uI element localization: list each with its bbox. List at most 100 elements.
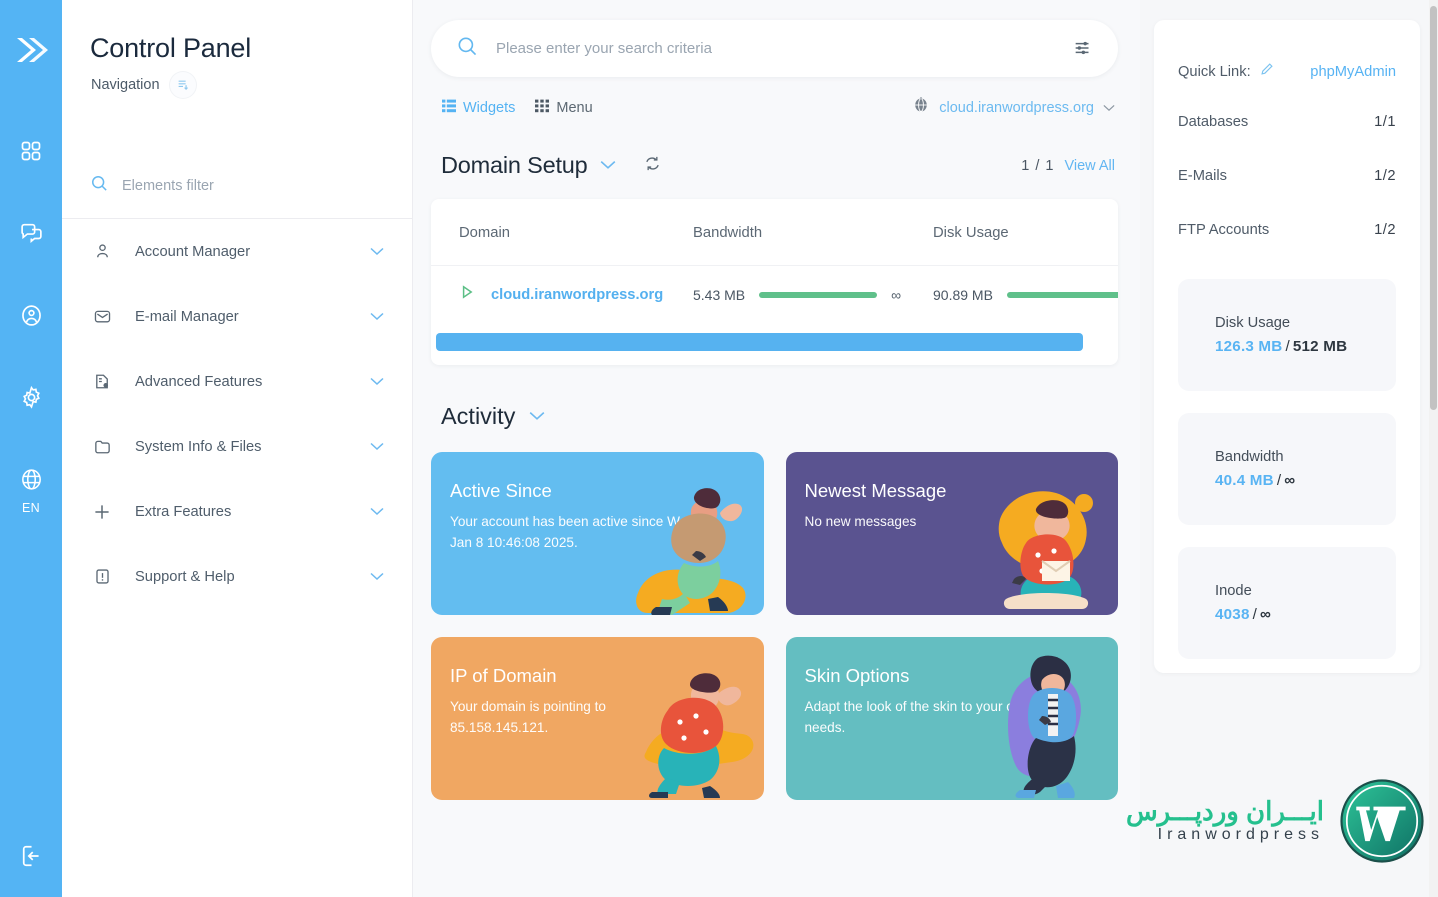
bandwidth-bar — [759, 291, 878, 298]
globe-icon[interactable] — [18, 466, 44, 492]
domain-setup-header: Domain Setup 1 / 1 View All — [413, 119, 1140, 179]
stat-label: FTP Accounts — [1178, 222, 1270, 238]
usage-used: 126.3 MB — [1215, 338, 1283, 355]
alert-icon — [91, 567, 113, 586]
stat-label: E-Mails — [1178, 168, 1227, 184]
domain-setup-title: Domain Setup — [441, 152, 588, 178]
quick-link-value[interactable]: phpMyAdmin — [1310, 64, 1396, 80]
search-area — [413, 0, 1140, 77]
table-row[interactable]: cloud.iranwordpress.org 5.43 MB ∞ 90.89 … — [431, 265, 1118, 323]
tile-newest-message[interactable]: Newest Message No new messages — [785, 452, 1118, 615]
bandwidth-value: 5.43 MB — [693, 286, 746, 303]
usage-value: 126.3 MB/512 MB — [1215, 338, 1396, 355]
folder-icon — [91, 437, 113, 456]
elements-filter-input[interactable] — [122, 178, 342, 194]
quick-link-row: Quick Link: phpMyAdmin — [1178, 50, 1396, 95]
refresh-icon[interactable] — [644, 155, 661, 177]
view-all-link[interactable]: View All — [1064, 158, 1115, 174]
disk-usage-bar — [1006, 291, 1118, 298]
usage-card-inode: Inode 4038/∞ — [1178, 547, 1396, 659]
menu-label: Menu — [556, 99, 593, 116]
account-summary-card: Quick Link: phpMyAdmin Databases 1/1 E-M… — [1154, 20, 1420, 673]
document-gear-icon — [91, 372, 113, 391]
chevron-down-icon[interactable] — [529, 408, 545, 426]
usage-value: 40.4 MB / ∞ — [1215, 472, 1396, 489]
search-input[interactable] — [496, 40, 1072, 57]
list-grid-icon — [442, 99, 456, 117]
domain-selector-label: cloud.iranwordpress.org — [939, 99, 1094, 116]
person-kneeling-icon — [644, 673, 753, 798]
sidebar-item-advanced-features[interactable]: Advanced Features — [62, 349, 412, 414]
domain-cell: cloud.iranwordpress.org — [431, 284, 693, 305]
page-scrollbar[interactable] — [1429, 0, 1438, 897]
sidebar-item-label: Account Manager — [135, 243, 251, 260]
search-icon — [90, 174, 109, 198]
domain-setup-actions: 1 / 1 View All — [1021, 158, 1115, 174]
user-icon — [91, 242, 113, 261]
search-bar[interactable] — [431, 20, 1118, 77]
usage-card-disk: Disk Usage 126.3 MB/512 MB — [1178, 279, 1396, 391]
domain-link[interactable]: cloud.iranwordpress.org — [491, 287, 663, 303]
person-walking-icon — [1008, 655, 1081, 798]
domain-selector[interactable]: cloud.iranwordpress.org — [912, 96, 1115, 119]
disk-usage-cell: 90.89 MB ∞ — [933, 287, 1118, 303]
chevron-down-icon[interactable] — [600, 157, 616, 175]
sliders-icon[interactable] — [1072, 37, 1096, 61]
pencil-icon[interactable] — [1260, 62, 1274, 81]
right-panel: Quick Link: phpMyAdmin Databases 1/1 E-M… — [1140, 0, 1438, 897]
person-with-envelope-icon — [998, 491, 1093, 609]
stat-value: 1/2 — [1374, 222, 1396, 238]
navigation-label: Navigation — [91, 77, 160, 93]
sidebar-item-support-help[interactable]: Support & Help — [62, 544, 412, 609]
chat-bubbles-icon[interactable] — [18, 220, 44, 246]
sidebar-item-extra-features[interactable]: Extra Features — [62, 479, 412, 544]
pin-list-icon[interactable] — [169, 72, 196, 98]
sidebar-item-account-manager[interactable]: Account Manager — [62, 219, 412, 284]
sidebar-item-system-info-files[interactable]: System Info & Files — [62, 414, 412, 479]
scrollbar-thumb[interactable] — [1430, 6, 1437, 410]
gear-icon[interactable] — [18, 384, 44, 410]
table-header-row: Domain Bandwidth Disk Usage — [431, 199, 1118, 265]
domain-count: 1 / 1 — [1021, 157, 1055, 174]
grid-3x3-icon — [535, 99, 550, 117]
activity-title: Activity — [441, 403, 516, 429]
usage-label: Inode — [1215, 583, 1252, 599]
stat-row-ftp-accounts: FTP Accounts 1/2 — [1178, 203, 1396, 257]
tile-active-since[interactable]: Active Since Your account has been activ… — [431, 452, 764, 615]
bandwidth-cell: 5.43 MB ∞ — [693, 287, 933, 303]
language-indicator[interactable]: EN — [22, 501, 40, 515]
elements-filter-row — [62, 160, 412, 212]
tile-skin-options[interactable]: Skin Options Adapt the look of the skin … — [785, 637, 1118, 800]
selection-bar-wrap — [431, 333, 1118, 351]
usage-total: 512 MB — [1292, 338, 1348, 355]
plus-icon — [91, 502, 113, 522]
icon-rail: EN — [0, 0, 62, 897]
user-circle-icon[interactable] — [18, 302, 44, 328]
stat-value: 1/1 — [1374, 114, 1396, 130]
usage-total: ∞ — [1284, 472, 1296, 489]
quick-link-label: Quick Link: — [1178, 63, 1251, 80]
stat-row-emails: E-Mails 1/2 — [1178, 149, 1396, 203]
sidebar-navigation: Control Panel Navigation Elements filter… — [62, 0, 413, 897]
chevron-down-icon — [370, 503, 384, 521]
logout-icon[interactable] — [18, 843, 44, 869]
usage-used: 40.4 MB — [1215, 472, 1274, 489]
widgets-button[interactable]: Widgets — [442, 99, 515, 117]
stat-row-databases: Databases 1/1 — [1178, 95, 1396, 149]
tile-ip-of-domain[interactable]: IP of Domain Your domain is pointing to … — [431, 637, 764, 800]
chevron-down-icon — [370, 568, 384, 586]
domain-setup-table: Domain Bandwidth Disk Usage cloud.iranwo… — [431, 199, 1118, 365]
main-content: Widgets Menu — [413, 0, 1140, 897]
person-waving-icon — [635, 488, 746, 615]
domain-selection-bar[interactable] — [436, 333, 1083, 351]
app-logo[interactable] — [9, 28, 53, 72]
globe-icon — [912, 96, 930, 119]
grid-apps-icon[interactable] — [18, 138, 44, 164]
widgets-label: Widgets — [463, 99, 516, 116]
menu-button[interactable]: Menu — [535, 99, 593, 117]
usage-used: 4038 — [1215, 606, 1250, 623]
play-triangle-icon[interactable] — [459, 284, 475, 305]
stat-value: 1/2 — [1374, 168, 1396, 184]
sidebar-item-label: E-mail Manager — [135, 308, 239, 325]
sidebar-item-email-manager[interactable]: E-mail Manager — [62, 284, 412, 349]
